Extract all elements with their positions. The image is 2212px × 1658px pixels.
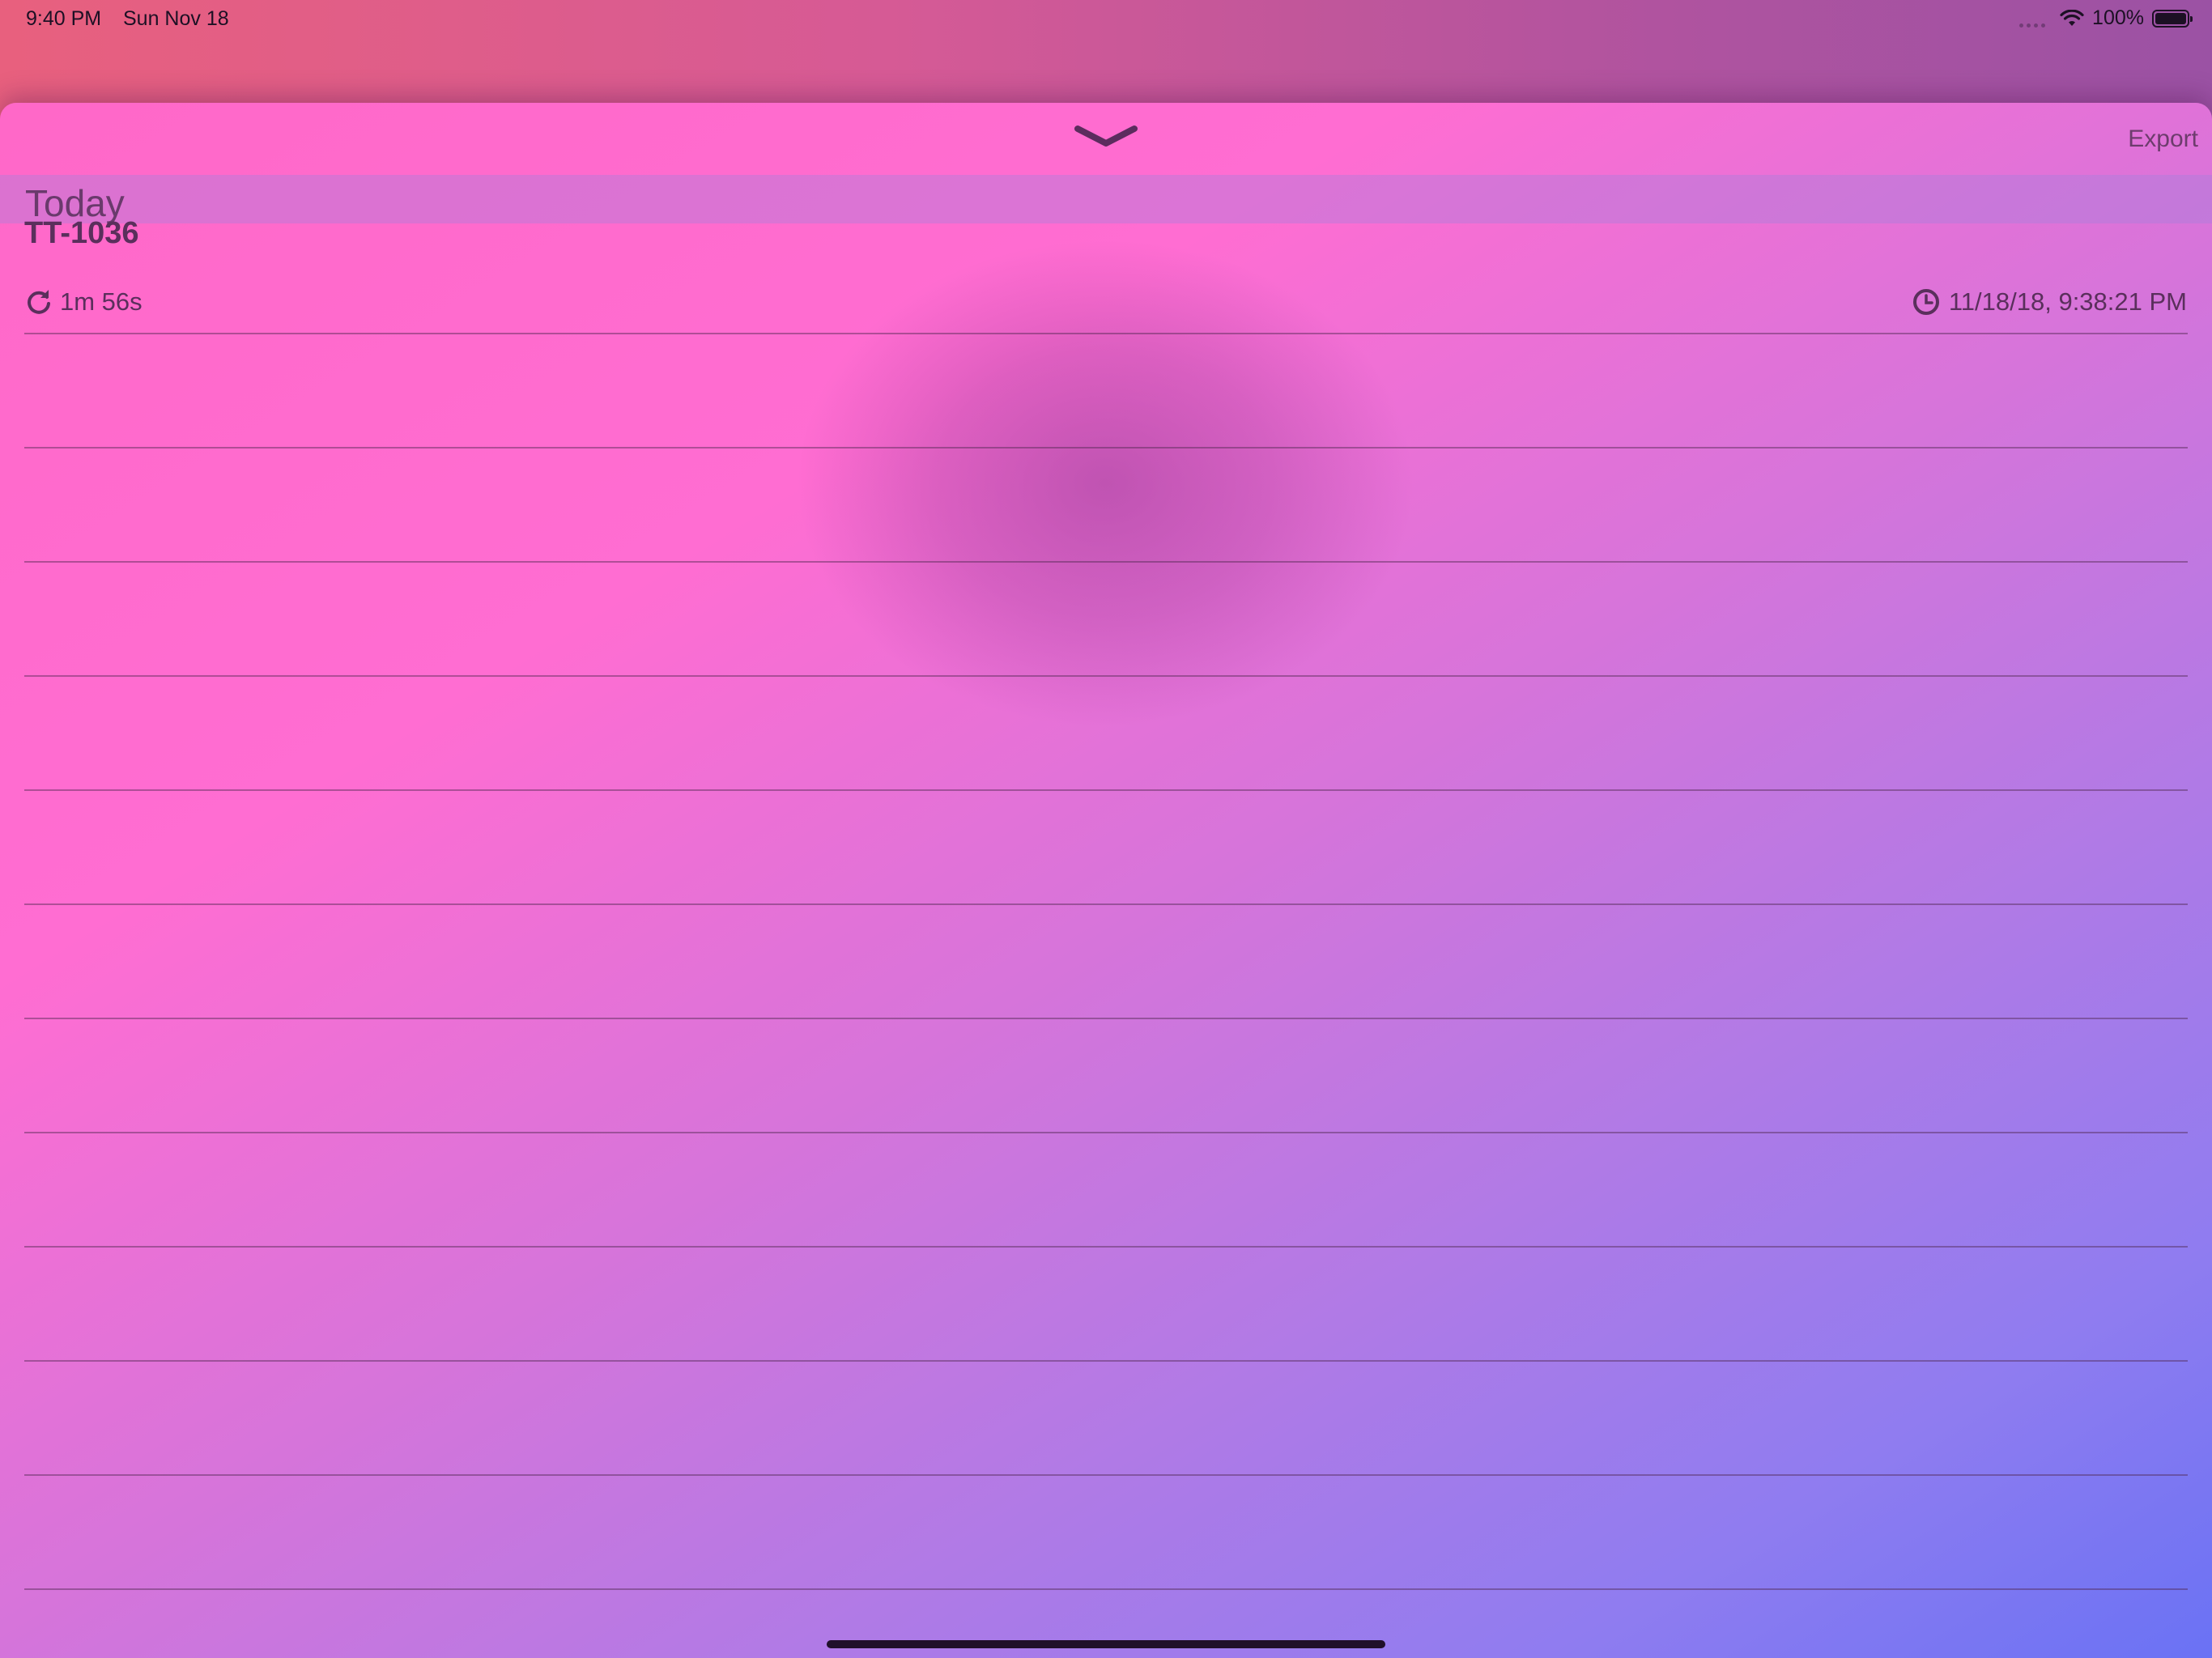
entry-title: TT-1036: [24, 216, 139, 250]
row-separator: [24, 675, 2188, 677]
chevron-down-icon[interactable]: [1073, 121, 1139, 153]
status-bar: 9:40 PM Sun Nov 18 100%: [0, 0, 2212, 39]
row-separator: [24, 1018, 2188, 1019]
duration-text: 1m 56s: [60, 287, 143, 316]
entry-duration: 1m 56s: [24, 287, 143, 317]
row-separator: [24, 1246, 2188, 1248]
status-time: 9:40 PM: [26, 7, 102, 30]
row-separator: [24, 447, 2188, 449]
row-separator: [24, 1360, 2188, 1362]
wifi-icon: [2060, 9, 2084, 26]
battery-icon: [2152, 9, 2193, 28]
refresh-icon: [28, 290, 50, 314]
row-separator: [24, 561, 2188, 563]
cellular-signal-icon: [2019, 10, 2046, 28]
clock-icon: [1912, 289, 1939, 315]
section-header-today: Today: [0, 175, 2212, 224]
row-separator: [24, 1474, 2188, 1476]
row-separator: [24, 333, 2188, 334]
battery-percentage: 100%: [2092, 6, 2144, 29]
status-date: Sun Nov 18: [123, 7, 229, 30]
timestamp-text: 11/18/18, 9:38:21 PM: [1948, 287, 2187, 316]
home-indicator[interactable]: [827, 1640, 1385, 1648]
row-separator: [24, 789, 2188, 791]
entry-timestamp: 11/18/18, 9:38:21 PM: [1912, 287, 2187, 317]
status-indicators: 100%: [2019, 6, 2193, 30]
row-separator: [24, 903, 2188, 905]
export-button[interactable]: Export: [2128, 125, 2198, 153]
row-separator: [24, 1132, 2188, 1133]
sheet-header: Export: [0, 103, 2212, 174]
row-separator: [24, 1588, 2188, 1590]
list-item[interactable]: [0, 223, 2212, 333]
history-sheet: Export Today TT-1036 1m 56s 11/18/18, 9:…: [0, 103, 2212, 1658]
